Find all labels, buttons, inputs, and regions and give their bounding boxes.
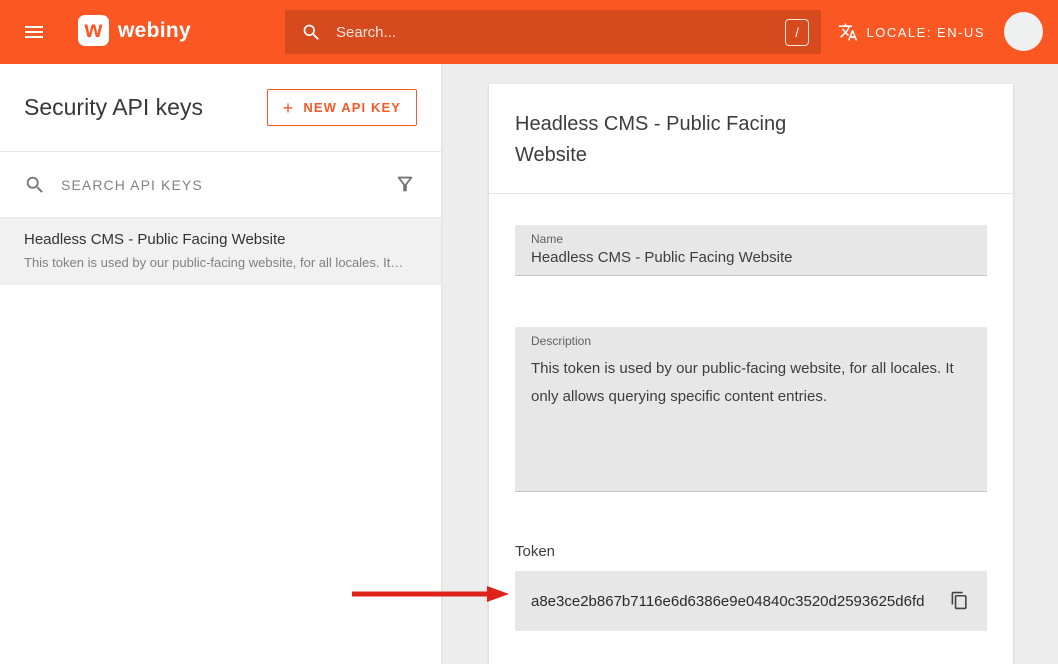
search-shortcut-hint: / — [785, 19, 809, 46]
copy-icon[interactable] — [945, 587, 973, 615]
webiny-wordmark: webiny — [118, 19, 191, 43]
description-textarea[interactable] — [531, 355, 971, 473]
global-search-input[interactable] — [336, 24, 785, 41]
filter-icon[interactable] — [393, 173, 417, 197]
search-icon — [24, 174, 46, 196]
hamburger-menu-icon[interactable] — [22, 20, 46, 44]
name-field: Name — [515, 225, 987, 276]
detail-area: Headless CMS - Public Facing Website Nam… — [441, 64, 1058, 664]
api-key-list-item[interactable]: Headless CMS - Public Facing Website Thi… — [0, 218, 441, 285]
global-search-bar[interactable]: / — [285, 10, 821, 54]
name-input[interactable] — [531, 249, 971, 266]
app-window: w webiny / LOCALE: EN-US Security API ke… — [0, 0, 1058, 664]
locale-label: LOCALE: EN-US — [867, 25, 985, 40]
new-api-key-button[interactable]: + NEW API KEY — [267, 89, 417, 126]
detail-card-body: Name Description Token a8e3ce2b867b7116e… — [489, 225, 1013, 631]
translate-icon — [838, 22, 858, 42]
token-value: a8e3ce2b867b7116e6d6386e9e04840c3520d259… — [531, 593, 924, 610]
api-key-item-title: Headless CMS - Public Facing Website — [24, 231, 417, 248]
search-icon — [301, 22, 322, 43]
detail-title: Headless CMS - Public Facing Website — [515, 109, 795, 171]
top-app-bar: w webiny / LOCALE: EN-US — [0, 0, 1058, 64]
new-api-key-label: NEW API KEY — [303, 100, 401, 115]
plus-icon: + — [283, 99, 295, 117]
detail-card-header: Headless CMS - Public Facing Website — [489, 84, 1013, 194]
api-keys-search-input[interactable] — [61, 177, 393, 193]
webiny-logo[interactable]: w webiny — [78, 15, 191, 46]
token-box: a8e3ce2b867b7116e6d6386e9e04840c3520d259… — [515, 571, 987, 631]
page-title: Security API keys — [24, 94, 203, 121]
api-key-item-description: This token is used by our public-facing … — [24, 255, 417, 270]
locale-selector[interactable]: LOCALE: EN-US — [838, 0, 985, 64]
api-keys-panel-header: Security API keys + NEW API KEY — [0, 64, 441, 152]
name-field-label: Name — [531, 232, 971, 246]
webiny-logo-badge: w — [78, 15, 109, 46]
user-avatar[interactable] — [1004, 12, 1043, 51]
description-field: Description — [515, 327, 987, 492]
description-field-label: Description — [531, 334, 971, 348]
token-label: Token — [515, 543, 987, 560]
api-keys-panel: Security API keys + NEW API KEY Headless… — [0, 64, 441, 664]
api-keys-search-row — [0, 152, 441, 218]
api-key-detail-card: Headless CMS - Public Facing Website Nam… — [489, 84, 1013, 664]
